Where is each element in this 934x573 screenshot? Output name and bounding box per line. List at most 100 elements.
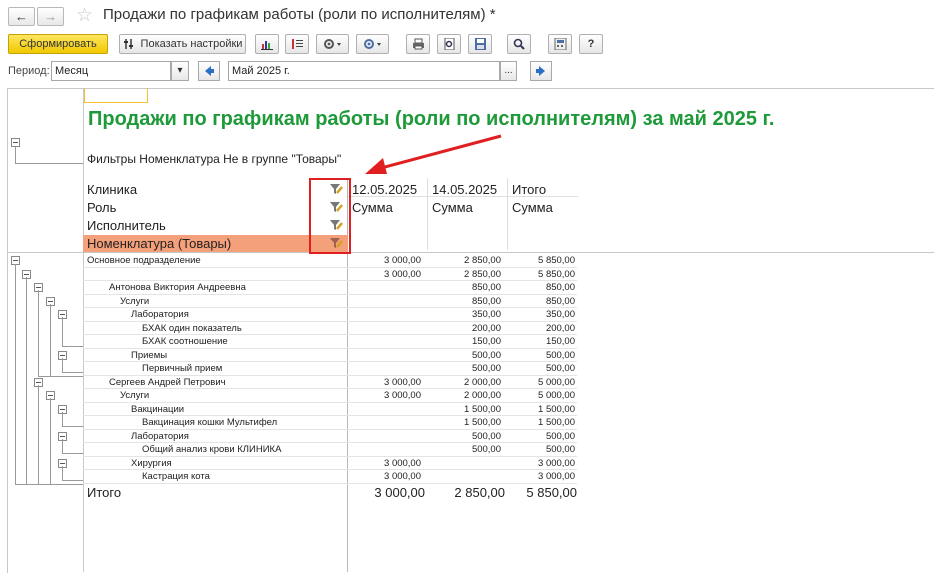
- row-label: Сергеев Андрей Петрович: [109, 376, 226, 388]
- annotation-box: [309, 178, 351, 254]
- row-label: Услуги: [120, 295, 150, 307]
- table-row[interactable]: Первичный прием 500,00 500,00: [83, 362, 577, 376]
- row-value-v2: 500,00: [471, 430, 501, 442]
- save-button[interactable]: [468, 34, 492, 54]
- row-value-v3: 5 850,00: [538, 268, 575, 280]
- printer-icon: [412, 38, 424, 50]
- row-value-v2: 500,00: [471, 363, 501, 374]
- period-next-button[interactable]: [530, 61, 552, 81]
- generate-label: Сформировать: [19, 38, 97, 50]
- row-value-v2: 2 850,00: [464, 268, 501, 280]
- table-row[interactable]: Кастрация кота 3 000,00 3 000,00: [83, 470, 577, 484]
- window-title: Продажи по графикам работы (роли по испо…: [103, 6, 496, 23]
- row-value-v3: 1 500,00: [538, 417, 575, 428]
- row-label: Вакцинации: [131, 403, 185, 415]
- variants-dropdown[interactable]: [316, 34, 349, 54]
- row-value-v2: 500,00: [471, 349, 501, 361]
- row-value-v3: 1 500,00: [538, 403, 575, 415]
- row-label: Антонова Виктория Андреевна: [109, 282, 246, 293]
- period-type-field[interactable]: Месяц: [51, 61, 171, 81]
- sort-list-icon: [291, 39, 303, 49]
- generate-button[interactable]: Сформировать: [8, 34, 108, 54]
- column-title-total: Итого: [512, 182, 547, 197]
- table-row[interactable]: Антонова Виктория Андреевна 850,00 850,00: [83, 281, 577, 295]
- row-value-v2: 150,00: [471, 336, 501, 347]
- period-value-field[interactable]: Май 2025 г.: [228, 61, 500, 81]
- row-value-v3: 500,00: [545, 349, 575, 361]
- row-value-v1: 3 000,00: [384, 390, 421, 401]
- settings-dropdown[interactable]: [356, 34, 389, 54]
- favorite-star-icon[interactable]: ☆: [76, 4, 93, 27]
- row-value-v3: 500,00: [545, 363, 575, 374]
- table-row[interactable]: Основное подразделение 3 000,00 2 850,00 5 …: [83, 254, 577, 268]
- row-value-v1: 3 000,00: [384, 255, 421, 266]
- chart-button[interactable]: [255, 34, 279, 54]
- row-label: Кастрация кота: [142, 471, 210, 482]
- table-row[interactable]: Лаборатория 350,00 350,00: [83, 308, 577, 322]
- grand-total-value-1: 3 000,00: [374, 485, 425, 500]
- ellipsis-icon: ...: [504, 65, 513, 76]
- row-header-clinic: Клиника: [87, 182, 138, 197]
- print-button[interactable]: [406, 34, 430, 54]
- row-value-v2: 200,00: [471, 322, 501, 334]
- column-sub-total: Сумма: [512, 200, 553, 215]
- table-row[interactable]: Услуги 3 000,00 2 000,00 5 000,00: [83, 389, 577, 403]
- show-settings-button[interactable]: Показать настройки: [119, 34, 246, 54]
- sort-button[interactable]: [285, 34, 309, 54]
- row-value-v2: 1 500,00: [464, 403, 501, 415]
- calculator-button[interactable]: [548, 34, 572, 54]
- row-label: Хирургия: [131, 457, 172, 469]
- table-row[interactable]: Услуги 850,00 850,00: [83, 295, 577, 308]
- table-row[interactable]: Вакцинации 1 500,00 1 500,00: [83, 403, 577, 416]
- period-more-button[interactable]: ...: [500, 61, 517, 81]
- row-header-executor: Исполнитель: [87, 218, 166, 233]
- column-title-date1: 12.05.2025: [352, 182, 418, 197]
- row-label: Основное подразделение: [87, 255, 201, 266]
- floppy-disk-icon: [474, 38, 486, 50]
- row-value-v2: 850,00: [471, 282, 501, 293]
- table-row[interactable]: БХАК соотношение 150,00 150,00: [83, 335, 577, 349]
- help-button[interactable]: ?: [579, 34, 603, 54]
- row-value-v3: 500,00: [545, 444, 575, 455]
- period-type-dropdown[interactable]: ▾: [171, 61, 189, 81]
- back-button[interactable]: ←: [8, 7, 35, 26]
- row-label: Приемы: [131, 349, 168, 361]
- row-value-v3: 850,00: [545, 282, 575, 293]
- title-bar: ← → ☆ Продажи по графикам работы (роли п…: [0, 0, 934, 30]
- column-sub-date2: Сумма: [432, 200, 473, 215]
- table-row[interactable]: Вакцинация кошки Мультифел 1 500,00 1 500,…: [83, 416, 577, 430]
- forward-button[interactable]: →: [37, 7, 64, 26]
- row-label: Общий анализ крови КЛИНИКА: [142, 444, 282, 455]
- show-settings-label: Показать настройки: [140, 38, 243, 50]
- row-value-v3: 350,00: [545, 309, 575, 320]
- annotation-arrow-icon: [365, 134, 502, 174]
- column-title-date2: 14.05.2025: [432, 182, 498, 197]
- period-value: Май 2025 г.: [232, 65, 290, 77]
- table-row[interactable]: Сергеев Андрей Петрович 3 000,00 2 000,00 5…: [83, 376, 577, 389]
- row-label: Вакцинация кошки Мультифел: [142, 417, 278, 428]
- row-value-v3: 3 000,00: [538, 471, 575, 482]
- table-row[interactable]: Хирургия 3 000,00 3 000,00: [83, 457, 577, 470]
- row-value-v2: 1 500,00: [464, 417, 501, 428]
- table-row[interactable]: Лаборатория 500,00 500,00: [83, 430, 577, 443]
- preview-button[interactable]: [437, 34, 461, 54]
- print-preview-icon: [444, 38, 454, 50]
- table-row[interactable]: Приемы 500,00 500,00: [83, 349, 577, 362]
- period-prev-button[interactable]: [198, 61, 220, 81]
- row-value-v1: 3 000,00: [384, 457, 421, 469]
- table-row[interactable]: Общий анализ крови КЛИНИКА 500,00 500,00: [83, 443, 577, 457]
- search-button[interactable]: [507, 34, 531, 54]
- help-label: ?: [587, 38, 595, 50]
- calculator-icon: [554, 38, 566, 50]
- gear-dropdown-icon: [323, 39, 341, 49]
- search-icon: [513, 38, 525, 50]
- row-value-v3: 200,00: [545, 322, 575, 334]
- arrow-right-icon: [536, 66, 545, 76]
- grand-total-row: Итого 3 000,00 2 850,00 5 850,00: [83, 484, 577, 502]
- collapse-toggle-icon[interactable]: [11, 138, 20, 147]
- table-row[interactable]: 3 000,00 2 850,00 5 850,00: [83, 268, 577, 281]
- grand-total-label: Итого: [87, 485, 122, 500]
- selected-cell[interactable]: [84, 88, 148, 103]
- chevron-down-icon: ▾: [177, 65, 183, 76]
- table-row[interactable]: БХАК один показатель 200,00 200,00: [83, 322, 577, 335]
